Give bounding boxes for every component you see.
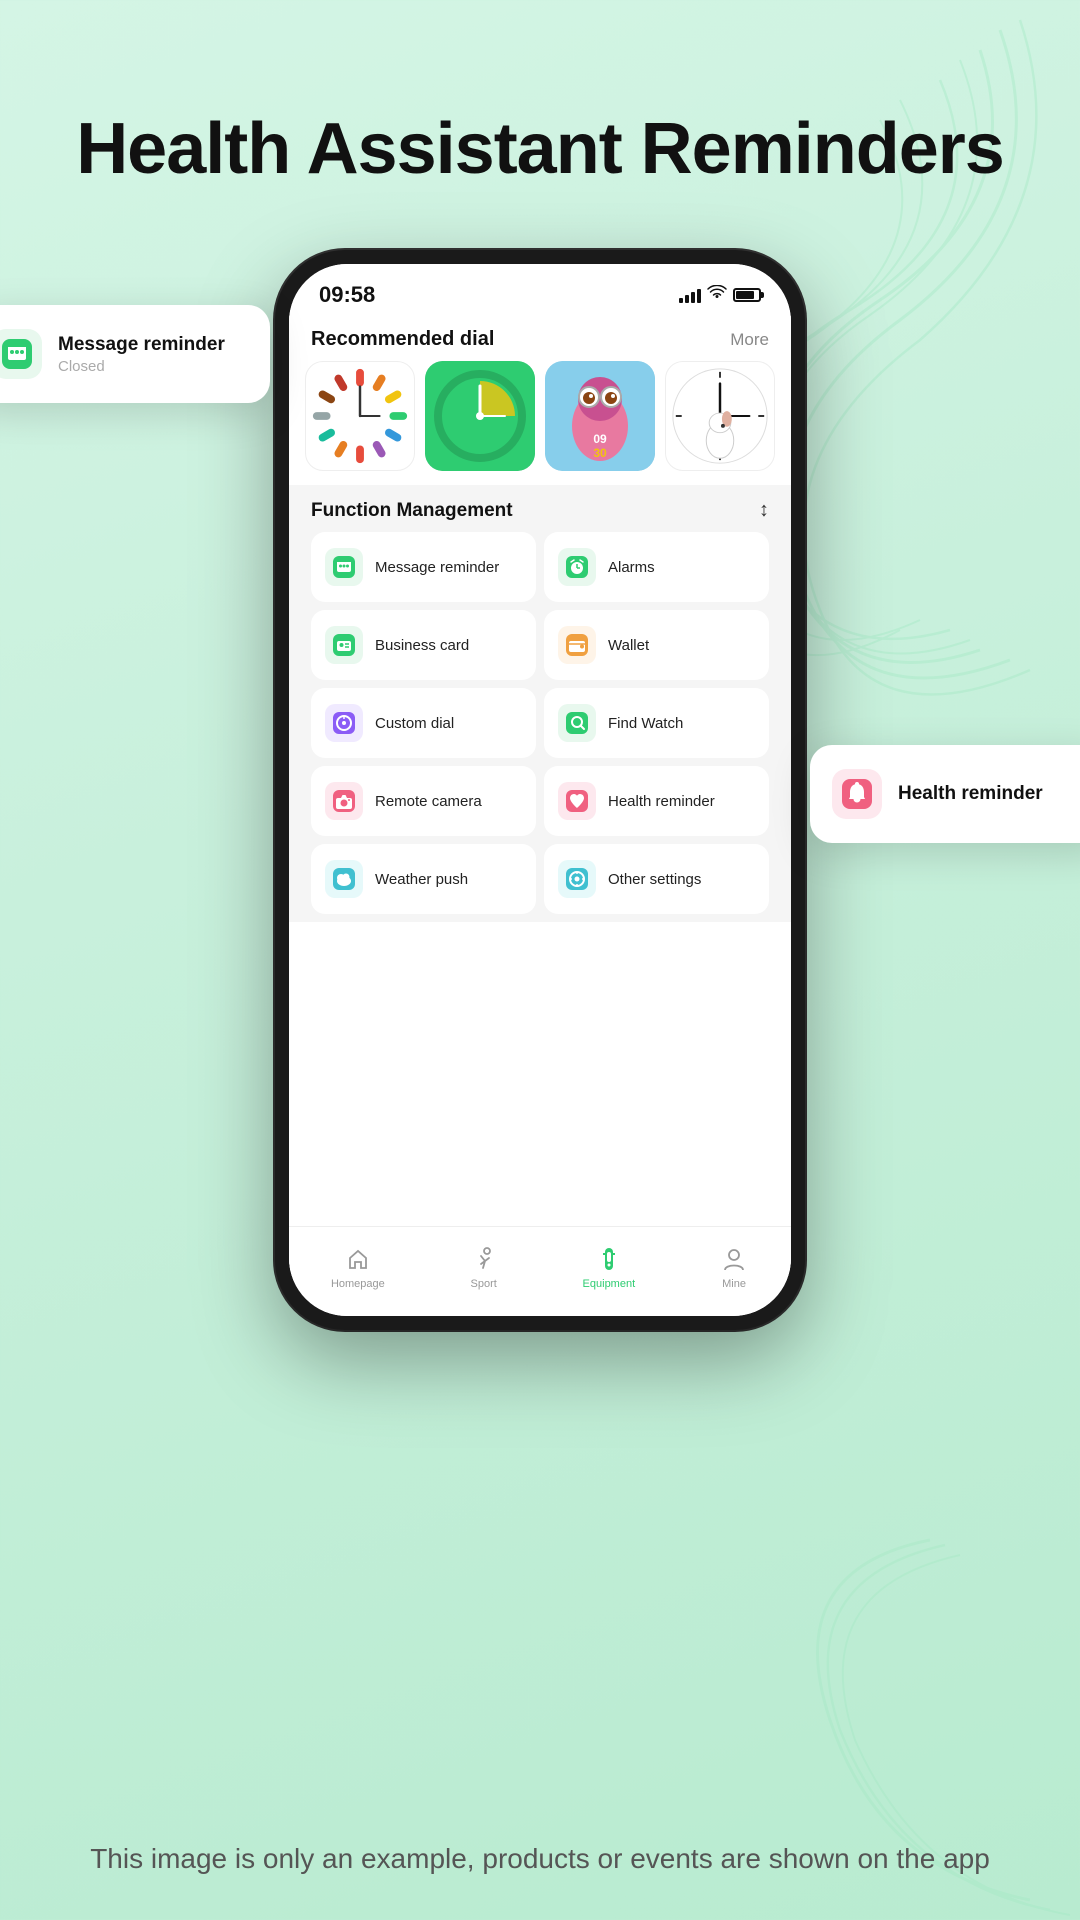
bottom-nav: Homepage Sport — [289, 1226, 791, 1312]
popup-message: Message reminder Closed — [0, 305, 270, 403]
watch-face-alien[interactable]: 09 30 — [545, 361, 655, 471]
watch-face-snoopy[interactable] — [665, 361, 775, 471]
custom-label: Custom dial — [375, 715, 454, 732]
health-icon — [558, 782, 596, 820]
wallet-icon — [558, 626, 596, 664]
watch-face-colorful[interactable] — [305, 361, 415, 471]
find-icon — [558, 704, 596, 742]
find-label: Find Watch — [608, 715, 683, 732]
weather-icon — [325, 860, 363, 898]
recommended-dial-title: Recommended dial — [311, 328, 494, 351]
popup-health: Health reminder — [810, 745, 1080, 843]
func-item-business[interactable]: Business card — [311, 610, 536, 680]
equipment-icon — [594, 1244, 624, 1274]
nav-equipment[interactable]: Equipment — [583, 1244, 636, 1290]
popup-health-icon — [832, 769, 882, 819]
popup-health-text: Health reminder — [898, 783, 1043, 805]
message-icon — [325, 548, 363, 586]
health-label: Health reminder — [608, 793, 715, 810]
func-item-custom[interactable]: Custom dial — [311, 688, 536, 758]
status-bar: 09:58 — [289, 264, 791, 316]
signal-icon — [679, 287, 701, 303]
custom-icon — [325, 704, 363, 742]
other-label: Other settings — [608, 871, 701, 888]
svg-text:09: 09 — [593, 432, 607, 446]
homepage-label: Homepage — [331, 1278, 385, 1290]
weather-label: Weather push — [375, 871, 468, 888]
watch-faces-row: 09 30 — [289, 361, 791, 485]
func-item-wallet[interactable]: Wallet — [544, 610, 769, 680]
svg-text:30: 30 — [593, 446, 607, 460]
phone-content: Recommended dial More — [289, 316, 791, 1312]
function-grid: Message reminder Alarms Bu — [311, 532, 769, 914]
func-item-alarms[interactable]: Alarms — [544, 532, 769, 602]
disclaimer: This image is only an example, products … — [0, 1838, 1080, 1880]
popup-message-icon — [0, 329, 42, 379]
popup-health-title: Health reminder — [898, 783, 1043, 805]
business-label: Business card — [375, 637, 469, 654]
status-time: 09:58 — [319, 282, 375, 308]
nav-mine[interactable]: Mine — [719, 1244, 749, 1290]
recommended-dial-header: Recommended dial More — [289, 316, 791, 361]
battery-icon — [733, 288, 761, 302]
message-label: Message reminder — [375, 559, 499, 576]
popup-message-text: Message reminder Closed — [58, 334, 225, 375]
sport-label: Sport — [471, 1278, 497, 1290]
alarms-label: Alarms — [608, 559, 655, 576]
camera-label: Remote camera — [375, 793, 482, 810]
mine-label: Mine — [722, 1278, 746, 1290]
function-management-header: Function Management ↕ — [311, 499, 769, 522]
business-icon — [325, 626, 363, 664]
popup-message-title: Message reminder — [58, 334, 225, 356]
function-management-section: Function Management ↕ Message reminder — [289, 485, 791, 922]
function-management-title: Function Management — [311, 500, 513, 522]
sort-icon[interactable]: ↕ — [759, 499, 769, 522]
camera-icon — [325, 782, 363, 820]
popup-message-subtitle: Closed — [58, 358, 225, 375]
page-title: Health Assistant Reminders — [0, 110, 1080, 189]
watch-face-green[interactable] — [425, 361, 535, 471]
wifi-icon — [707, 285, 727, 306]
func-item-find[interactable]: Find Watch — [544, 688, 769, 758]
nav-sport[interactable]: Sport — [469, 1244, 499, 1290]
func-item-other[interactable]: Other settings — [544, 844, 769, 914]
mine-icon — [719, 1244, 749, 1274]
wallet-label: Wallet — [608, 637, 649, 654]
equipment-label: Equipment — [583, 1278, 636, 1290]
status-icons — [679, 285, 761, 306]
phone-screen: 09:58 — [289, 264, 791, 1316]
sport-icon — [469, 1244, 499, 1274]
func-item-weather[interactable]: Weather push — [311, 844, 536, 914]
more-button[interactable]: More — [730, 330, 769, 350]
other-icon — [558, 860, 596, 898]
func-item-message[interactable]: Message reminder — [311, 532, 536, 602]
func-item-camera[interactable]: Remote camera — [311, 766, 536, 836]
phone-frame: 09:58 — [275, 250, 805, 1330]
alarms-icon — [558, 548, 596, 586]
func-item-health[interactable]: Health reminder — [544, 766, 769, 836]
homepage-icon — [343, 1244, 373, 1274]
nav-homepage[interactable]: Homepage — [331, 1244, 385, 1290]
